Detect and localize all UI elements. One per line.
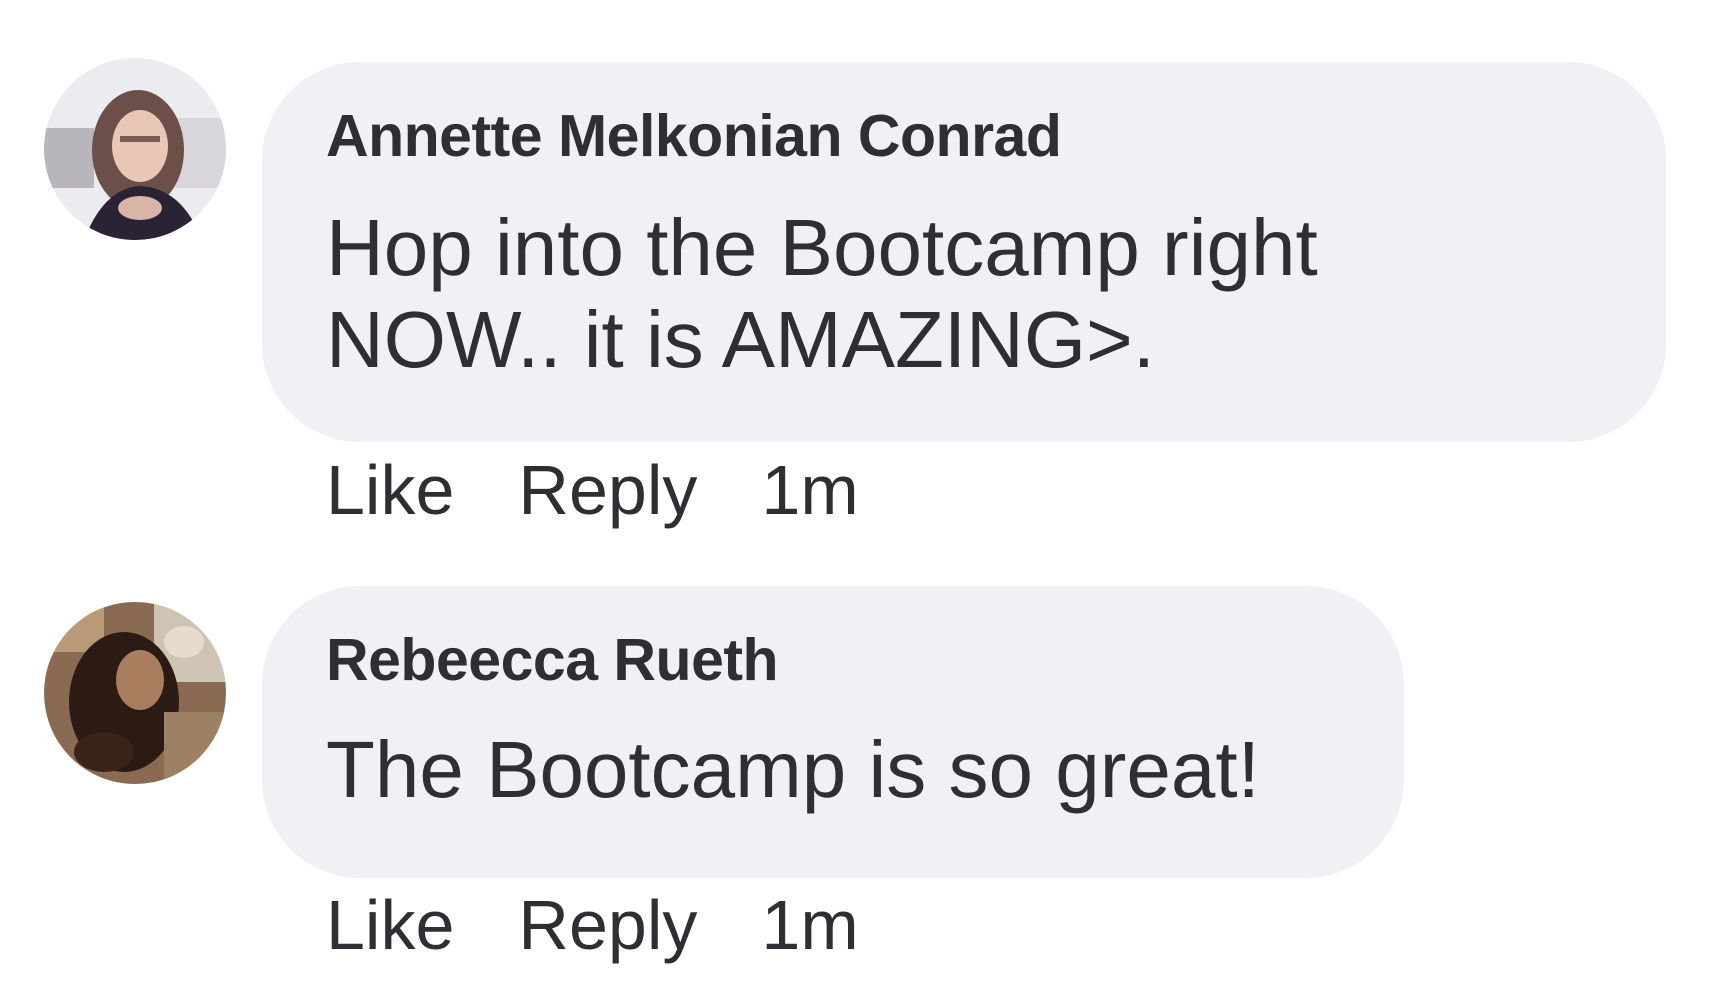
avatar[interactable] bbox=[44, 58, 226, 240]
comment-text-line: The Bootcamp is so great! bbox=[326, 725, 1260, 814]
comment-text: The Bootcamp is so great! bbox=[326, 724, 1260, 816]
reply-button[interactable]: Reply bbox=[518, 450, 697, 530]
comment-text: Hop into the Bootcamp right NOW.. it is … bbox=[326, 202, 1318, 386]
like-button[interactable]: Like bbox=[326, 885, 454, 965]
comment-bubble: Annette Melkonian Conrad Hop into the Bo… bbox=[262, 62, 1666, 442]
profile-photo-icon bbox=[44, 602, 226, 784]
profile-photo-icon bbox=[44, 58, 226, 240]
comment-actions: Like Reply 1m bbox=[326, 885, 859, 965]
timestamp: 1m bbox=[761, 886, 859, 964]
like-button[interactable]: Like bbox=[326, 450, 454, 530]
avatar[interactable] bbox=[44, 602, 226, 784]
reply-button[interactable]: Reply bbox=[518, 885, 697, 965]
author-name[interactable]: Annette Melkonian Conrad bbox=[326, 102, 1062, 170]
comment-text-line: Hop into the Bootcamp right bbox=[326, 203, 1318, 292]
comment-bubble: Rebeecca Rueth The Bootcamp is so great! bbox=[262, 586, 1404, 878]
comment-text-line: NOW.. it is AMAZING>. bbox=[326, 295, 1155, 384]
comment-actions: Like Reply 1m bbox=[326, 450, 859, 530]
author-name[interactable]: Rebeecca Rueth bbox=[326, 626, 779, 694]
timestamp: 1m bbox=[761, 451, 859, 529]
